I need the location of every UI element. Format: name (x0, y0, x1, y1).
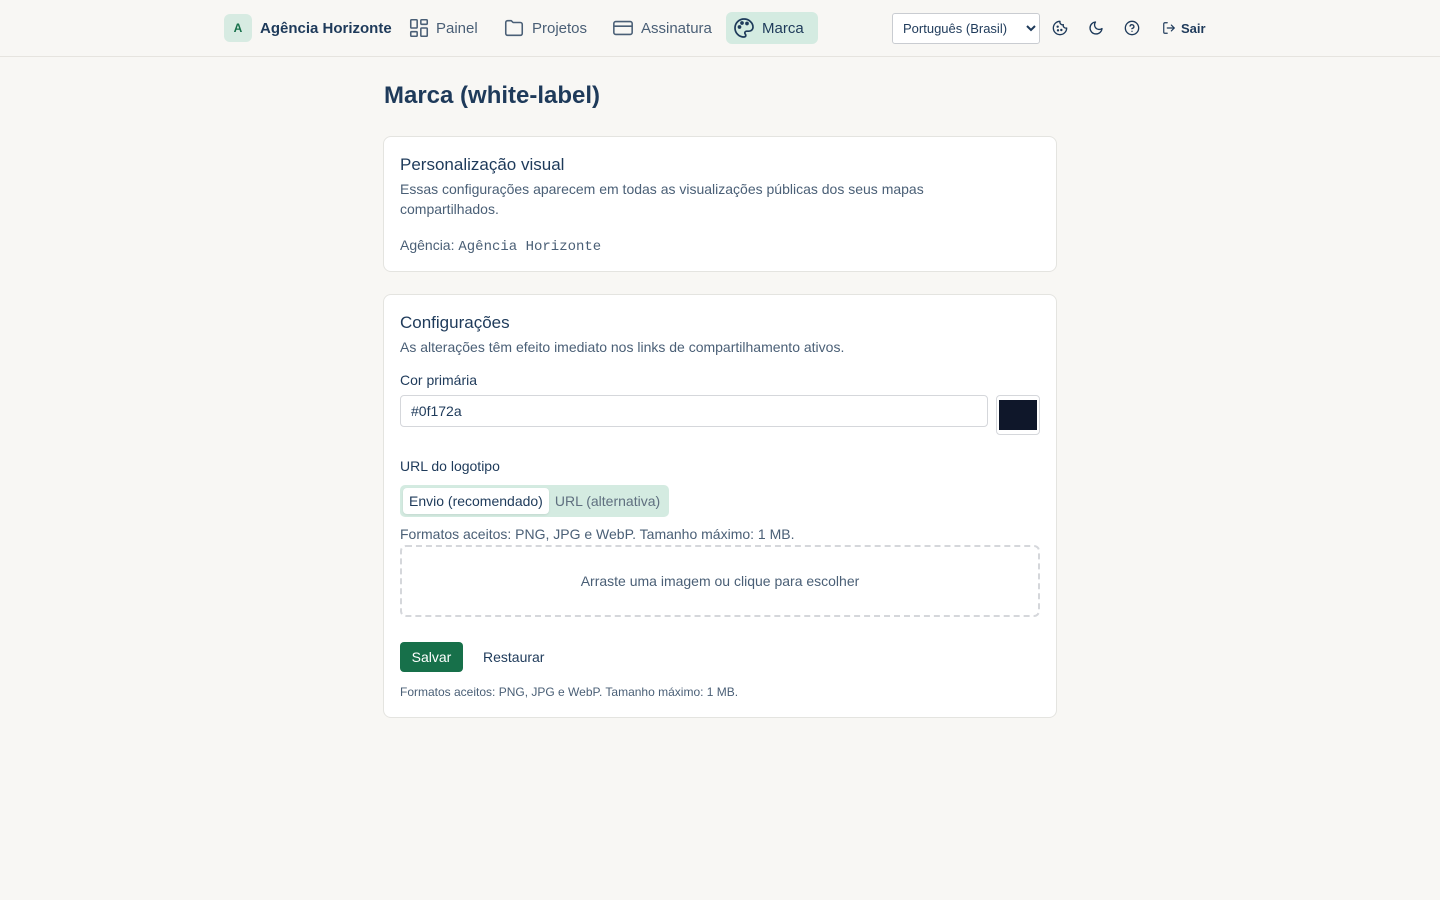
logo-dropzone[interactable]: Arraste uma imagem ou clique para escolh… (400, 545, 1040, 617)
cookie-settings-button[interactable] (1050, 18, 1070, 38)
nav-item-painel[interactable]: Painel (402, 12, 484, 44)
nav-item-assinatura[interactable]: Assinatura (605, 12, 718, 44)
help-button[interactable] (1122, 18, 1142, 38)
reset-button[interactable]: Restaurar (476, 642, 551, 672)
card-description: As alterações têm efeito imediato nos li… (400, 339, 845, 355)
formats-note: Formatos aceitos: PNG, JPG e WebP. Taman… (400, 685, 739, 699)
brand-avatar: A (224, 14, 252, 42)
folder-icon (504, 19, 524, 37)
nav-item-projetos[interactable]: Projetos (496, 12, 593, 44)
cookie-icon (1052, 20, 1068, 36)
card-description: Essas configurações aparecem em todas as… (400, 181, 924, 217)
nav-label-projetos: Projetos (532, 19, 588, 37)
agency-label: Agência: (400, 237, 455, 253)
logo-url-label: URL do logotipo (400, 458, 500, 474)
brand[interactable]: A Agência Horizonte (224, 14, 392, 42)
dashboard-icon (409, 18, 429, 38)
agency-value: Agência Horizonte (458, 239, 602, 255)
settings-card: Configurações As alterações têm efeito i… (383, 294, 1057, 718)
logo-source-tabs: Envio (recomendado) URL (alternativa) (400, 485, 670, 517)
tab-url[interactable]: URL (alternativa) (549, 488, 666, 514)
nav-label-marca: Marca (762, 19, 804, 37)
save-button[interactable]: Salvar (400, 642, 463, 672)
credit-card-icon (613, 20, 633, 36)
logout-icon (1163, 22, 1175, 34)
visual-customization-card: Personalização visual Essas configuraçõe… (383, 136, 1057, 272)
moon-icon (1089, 21, 1103, 35)
page-title: Marca (white-label) (384, 82, 601, 109)
primary-color-input[interactable] (400, 395, 988, 427)
tab-upload[interactable]: Envio (recomendado) (403, 488, 549, 514)
nav-label-painel: Painel (436, 19, 478, 37)
logout-button[interactable]: Sair (1162, 18, 1206, 38)
dropzone-text: Arraste uma imagem ou clique para escolh… (580, 573, 860, 589)
nav-item-marca[interactable]: Marca (726, 12, 818, 44)
logout-label: Sair (1181, 20, 1206, 36)
brand-name: Agência Horizonte (260, 19, 392, 37)
dark-mode-toggle[interactable] (1086, 18, 1106, 38)
top-navigation-bar: A Agência Horizonte Painel Projetos Assi… (0, 0, 1440, 57)
palette-icon (734, 18, 754, 38)
card-title: Configurações (400, 313, 510, 332)
help-icon (1124, 20, 1140, 36)
card-title: Personalização visual (400, 155, 565, 174)
language-select[interactable]: Português (Brasil) (892, 13, 1040, 44)
color-swatch-fill (999, 400, 1037, 430)
primary-color-label: Cor primária (400, 372, 478, 388)
formats-hint: Formatos aceitos: PNG, JPG e WebP. Taman… (400, 526, 795, 542)
nav-label-assinatura: Assinatura (641, 19, 712, 37)
color-picker[interactable] (996, 395, 1040, 435)
agency-line: Agência: Agência Horizonte (400, 237, 601, 255)
